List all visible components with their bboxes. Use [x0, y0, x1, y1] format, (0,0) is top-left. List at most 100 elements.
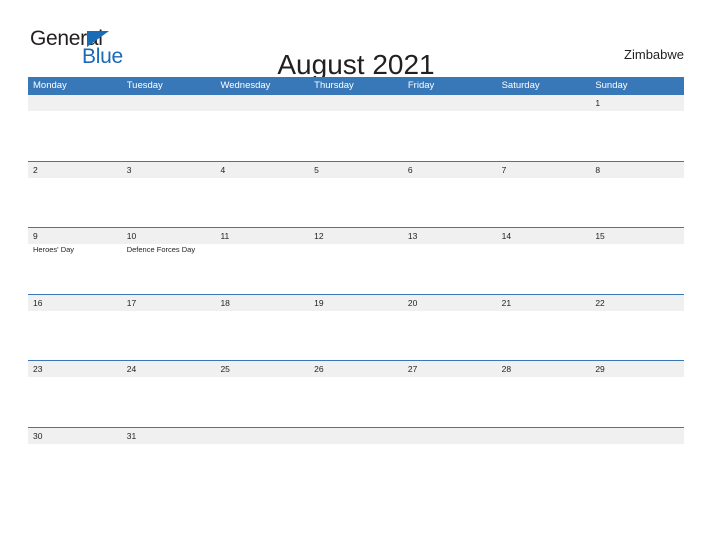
day-number: 26 [314, 364, 324, 374]
day-cell[interactable] [215, 95, 309, 162]
week-row: 9 Heroes' Day 10 Defence Forces Day 11 1… [28, 227, 684, 294]
day-number: 31 [126, 430, 137, 441]
day-number [220, 429, 309, 444]
week-row: 23 24 25 26 27 28 29 [28, 360, 684, 427]
day-cell[interactable]: 15 [590, 228, 684, 295]
day-cell[interactable] [309, 95, 403, 162]
day-cell[interactable]: 12 [309, 228, 403, 295]
day-cell[interactable]: 31 [122, 428, 216, 495]
day-number: 27 [407, 364, 418, 374]
day-cell[interactable]: 6 [403, 162, 497, 229]
day-number [502, 96, 591, 111]
week-row: 2 3 4 5 6 7 8 [28, 160, 684, 229]
day-number: 2 [33, 164, 38, 175]
day-cell[interactable] [122, 95, 216, 162]
day-number [33, 96, 122, 111]
day-cell[interactable]: 16 [28, 295, 122, 362]
page-header: General Blue August 2021 Zimbabwe [0, 0, 712, 80]
day-number: 20 [407, 297, 418, 308]
day-number [127, 96, 216, 111]
day-cell[interactable]: 10 Defence Forces Day [122, 228, 216, 295]
day-number: 15 [595, 231, 605, 241]
day-number: 24 [126, 364, 137, 374]
day-cell[interactable] [215, 428, 309, 495]
day-cell[interactable]: 1 [590, 95, 684, 162]
day-cell[interactable] [497, 428, 591, 495]
day-number: 30 [33, 430, 43, 441]
week-row: 16 17 18 19 20 21 22 [28, 293, 684, 362]
day-number: 18 [220, 297, 230, 308]
day-number: 14 [501, 231, 512, 241]
day-number: 5 [314, 164, 319, 175]
day-cell[interactable]: 18 [215, 295, 309, 362]
calendar-grid: Monday Tuesday Wednesday Thursday Friday… [28, 77, 684, 493]
day-number: 29 [595, 364, 605, 374]
day-cell[interactable]: 25 [215, 361, 309, 428]
weekday-header-friday: Friday [407, 80, 435, 91]
day-cell[interactable]: 14 [497, 228, 591, 295]
weekday-header-thursday: Thursday [314, 80, 354, 91]
day-cell[interactable]: 27 [403, 361, 497, 428]
day-cell[interactable] [497, 95, 591, 162]
day-number: 3 [126, 164, 132, 175]
day-event: Heroes' Day [33, 245, 75, 254]
day-number: 16 [33, 297, 43, 308]
day-cell[interactable] [403, 95, 497, 162]
day-cell[interactable]: 28 [497, 361, 591, 428]
day-number: 17 [126, 297, 137, 308]
week-row: 1 [28, 94, 684, 161]
weekday-header-monday: Monday [33, 80, 67, 91]
day-cell[interactable]: 2 [28, 162, 122, 229]
weekday-header-sunday: Sunday [595, 80, 628, 91]
day-cell[interactable] [590, 428, 684, 495]
day-cell[interactable]: 3 [122, 162, 216, 229]
day-number [314, 429, 403, 444]
day-cell[interactable]: 9 Heroes' Day [28, 228, 122, 295]
country-label: Zimbabwe [624, 47, 684, 62]
day-cell[interactable]: 21 [497, 295, 591, 362]
weekday-header-saturday: Saturday [501, 80, 540, 91]
weekday-header-wednesday: Wednesday [220, 80, 271, 91]
day-cell[interactable]: 17 [122, 295, 216, 362]
day-number: 12 [314, 231, 324, 241]
day-cell[interactable]: 20 [403, 295, 497, 362]
day-cell[interactable] [403, 428, 497, 495]
day-cell[interactable]: 8 [590, 162, 684, 229]
day-number: 8 [595, 164, 601, 175]
day-cell[interactable]: 30 [28, 428, 122, 495]
day-number: 13 [407, 231, 418, 241]
day-number: 23 [33, 364, 43, 374]
day-number: 9 [33, 231, 38, 241]
day-number [408, 96, 497, 111]
day-cell[interactable]: 22 [590, 295, 684, 362]
day-number: 6 [407, 164, 413, 175]
day-number: 19 [314, 297, 324, 308]
day-number: 25 [220, 364, 230, 374]
day-event: Defence Forces Day [126, 245, 196, 254]
day-number [408, 429, 497, 444]
week-row: 30 31 [28, 426, 684, 495]
day-number: 7 [501, 164, 507, 175]
day-cell[interactable]: 24 [122, 361, 216, 428]
day-cell[interactable]: 19 [309, 295, 403, 362]
day-cell[interactable] [28, 95, 122, 162]
day-number [314, 96, 403, 111]
day-number: 21 [501, 297, 512, 308]
day-number: 10 [126, 231, 137, 241]
day-number: 28 [501, 364, 512, 374]
day-cell[interactable]: 29 [590, 361, 684, 428]
day-number: 11 [220, 231, 230, 241]
day-cell[interactable]: 26 [309, 361, 403, 428]
day-cell[interactable] [309, 428, 403, 495]
day-cell[interactable]: 5 [309, 162, 403, 229]
weekday-header-tuesday: Tuesday [126, 80, 163, 91]
day-cell[interactable]: 4 [215, 162, 309, 229]
day-cell[interactable]: 23 [28, 361, 122, 428]
day-number: 4 [220, 164, 226, 175]
day-number: 1 [595, 98, 601, 108]
day-cell[interactable]: 7 [497, 162, 591, 229]
day-number [595, 429, 684, 444]
day-cell[interactable]: 13 [403, 228, 497, 295]
weekday-header-row: Monday Tuesday Wednesday Thursday Friday… [28, 77, 684, 94]
day-cell[interactable]: 11 [215, 228, 309, 295]
